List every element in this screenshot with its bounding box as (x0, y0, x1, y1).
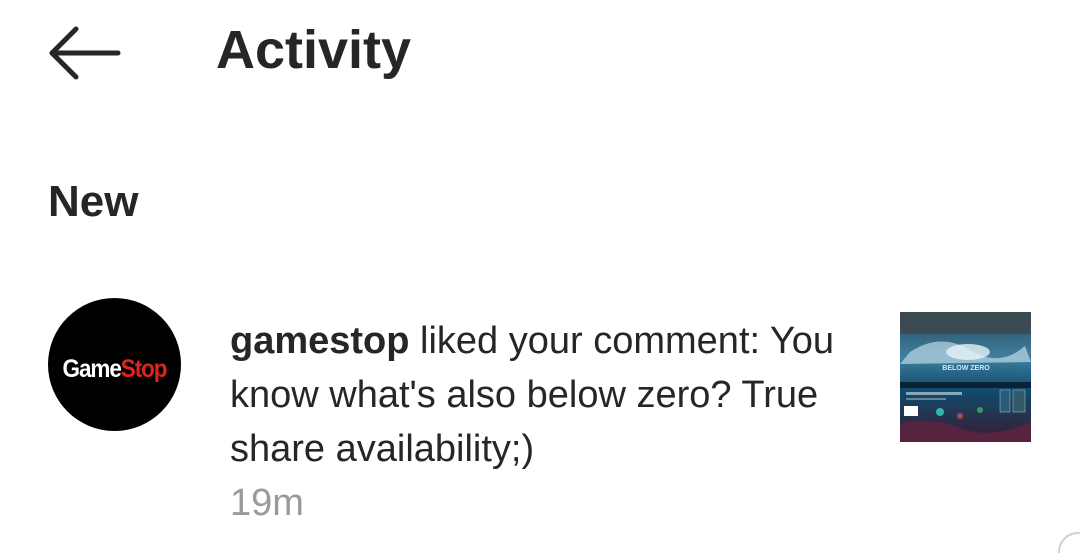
back-button[interactable] (40, 18, 130, 88)
header-bar: Activity (0, 0, 1080, 100)
thumbnail-caption: BELOW ZERO (942, 365, 990, 372)
post-thumbnail[interactable]: BELOW ZERO (900, 312, 1031, 442)
logo-text-game: Game (62, 355, 122, 383)
notification-item[interactable]: GameStop gamestop liked your comment: Yo… (0, 290, 1080, 530)
notification-text: gamestop liked your comment: You know wh… (230, 314, 850, 530)
avatar[interactable]: GameStop (48, 298, 181, 431)
post-thumbnail-image: BELOW ZERO (900, 312, 1031, 442)
logo-text-stop: Stop (120, 355, 168, 383)
gamestop-logo: GameStop (55, 354, 175, 384)
scroll-indicator (1058, 532, 1080, 553)
notification-username[interactable]: gamestop (230, 320, 409, 362)
page-title: Activity (216, 20, 412, 80)
section-heading-new: New (48, 177, 139, 226)
notification-timestamp: 19m (230, 482, 304, 524)
activity-screen: Activity New GameStop gamestop liked you… (0, 0, 1080, 553)
arrow-left-icon (49, 26, 121, 80)
